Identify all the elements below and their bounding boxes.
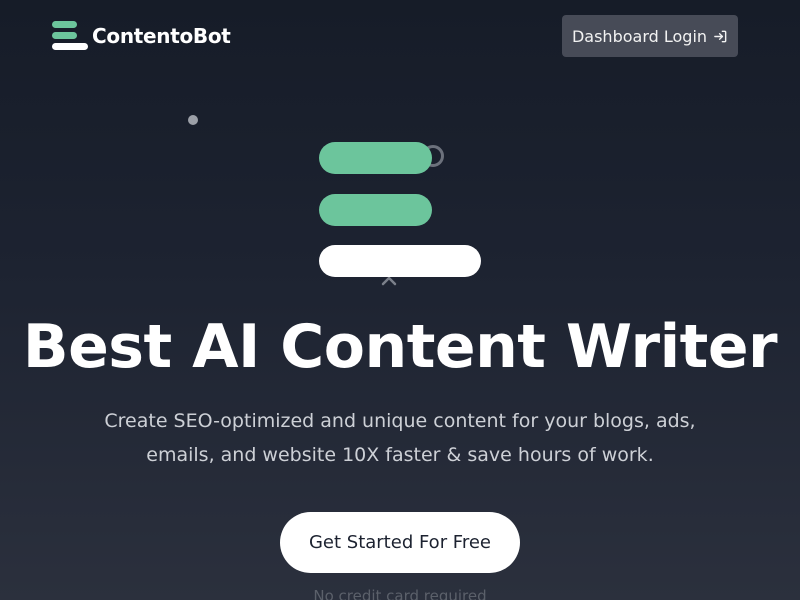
no-credit-card-note: No credit card required bbox=[313, 587, 487, 600]
hero-subtitle: Create SEO-optimized and unique content … bbox=[104, 410, 696, 466]
hero-logo-icon bbox=[319, 142, 481, 278]
brand-logo[interactable]: ContentoBot bbox=[52, 20, 231, 52]
login-arrow-icon bbox=[714, 30, 727, 42]
decorative-dot bbox=[188, 115, 198, 125]
brand-name: ContentoBot bbox=[92, 24, 231, 48]
hero-title: Best AI Content Writer bbox=[22, 312, 778, 382]
brand-logo-icon bbox=[52, 20, 88, 52]
dashboard-login-button[interactable]: Dashboard Login bbox=[562, 15, 738, 57]
dashboard-login-label: Dashboard Login bbox=[571, 26, 708, 46]
get-started-button[interactable]: Get Started For Free bbox=[280, 512, 520, 573]
site-header: ContentoBot Dashboard Login bbox=[0, 0, 800, 72]
